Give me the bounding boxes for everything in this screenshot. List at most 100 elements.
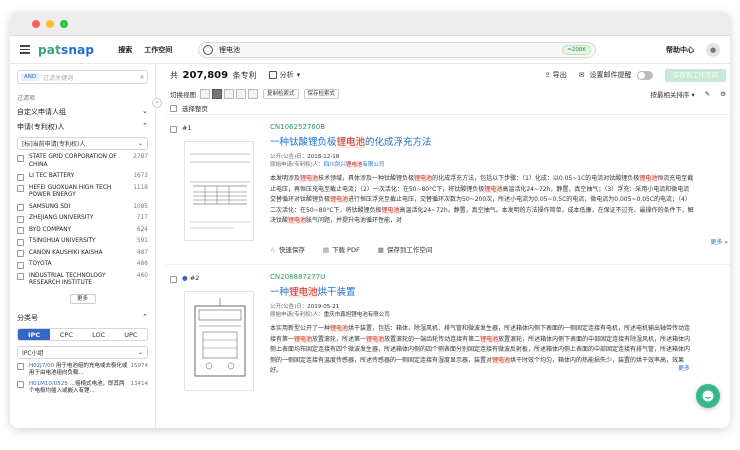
applicant-filter-row[interactable]: SAMSUNG SDI 1085	[17, 203, 148, 211]
applicant-checkbox[interactable]	[17, 154, 24, 162]
applicant-type-select[interactable]: [标]当前申请(专利权)人 ⌄	[17, 137, 148, 150]
applicant-filter-row[interactable]: BYD COMPANY 624	[17, 227, 148, 234]
search-term-highlight: 锂电池	[294, 335, 313, 343]
class-section-header[interactable]: 分类号 ⌃	[17, 313, 148, 323]
logo-part1: pat	[38, 42, 62, 57]
export-button[interactable]: ⇪ 导出	[545, 70, 567, 80]
custom-applicant-group[interactable]: 自定义申请人组 ⌄	[17, 107, 148, 117]
collapse-sidebar-button[interactable]: ‹	[152, 98, 162, 108]
applicant-filter-row[interactable]: CANON KAUSHIKI KAISHA 487	[17, 250, 148, 257]
save-workspace-label: 保存到工作空间	[386, 246, 433, 254]
more-applicants-button[interactable]: 更多	[69, 293, 96, 304]
ipc-code[interactable]: H02J7/00	[29, 363, 54, 369]
patent-title[interactable]: 一种锂电池烘干装置	[270, 284, 694, 298]
applicant-filter-row[interactable]: TSINGHUA UNIVERSITY 591	[17, 238, 148, 246]
patent-thumbnail[interactable]	[184, 141, 254, 241]
ipc-filter-row[interactable]: H02J7/00 用于电池组的充电或去极化或用于由电池组向负载... 15974	[17, 363, 148, 377]
ipc-count: 13414	[130, 380, 149, 387]
ipc-checkbox[interactable]	[17, 363, 24, 370]
applicant-checkbox[interactable]	[17, 273, 24, 280]
quick-save-button[interactable]: ☆ 快速保存	[270, 244, 305, 254]
patent-number[interactable]: CN106252760B	[270, 123, 694, 131]
menu-icon[interactable]	[20, 45, 30, 54]
and-tag[interactable]: AND	[21, 73, 40, 81]
gear-icon[interactable]: ⚙	[720, 90, 726, 98]
tab-loc[interactable]: LOC	[83, 329, 115, 340]
ipc-level-select[interactable]: IPC小组 ⌄	[17, 345, 148, 359]
email-alert-label: 设置邮件提醒	[589, 71, 632, 79]
applicant-filter-row[interactable]: HEFEI GUOXUAN HIGH TECH POWER ENERGY 1118	[17, 185, 148, 200]
search-icon[interactable]: ⌕	[140, 73, 144, 82]
result-checkbox[interactable]	[170, 275, 177, 283]
ipc-checkbox[interactable]	[17, 381, 24, 388]
applicant-link[interactable]: 四川剑兴锂电池有限公司	[324, 162, 384, 168]
more-link[interactable]: 更多 »	[710, 237, 728, 246]
tab-upc[interactable]: UPC	[115, 329, 147, 340]
save-to-workspace-button[interactable]: 保存到工作空间	[664, 68, 726, 82]
applicant-checkbox[interactable]	[17, 261, 24, 269]
filter-keyword-input[interactable]: 过滤关键词	[43, 73, 73, 82]
patent-title[interactable]: 一种钛酸锂负极锂电池的化成浮充方法	[270, 134, 694, 148]
maximize-window-button[interactable]	[60, 19, 68, 28]
image-view-icon[interactable]	[224, 89, 234, 99]
top-nav: patsnap 搜索 工作空间 锂电池 ≈208K 帮助中心 ●	[10, 36, 730, 64]
globe-icon[interactable]	[203, 44, 213, 55]
patent-thumbnail[interactable]	[184, 291, 254, 391]
chevron-up-icon[interactable]: ⌃	[142, 313, 148, 323]
applicant-checkbox[interactable]	[17, 227, 24, 234]
total-prefix: 共	[170, 70, 178, 80]
grid-view-icon[interactable]	[236, 89, 246, 99]
tree-view-icon[interactable]	[248, 89, 258, 99]
chevron-up-icon[interactable]: ⌃	[142, 122, 148, 132]
nav-search[interactable]: 搜索	[118, 45, 132, 55]
total-number: 207,809	[182, 69, 229, 81]
custom-applicant-label: 自定义申请人组	[17, 108, 66, 116]
applicant-checkbox[interactable]	[17, 173, 24, 181]
applicant-filter-row[interactable]: LI TEC BATTERY 1673	[17, 173, 148, 181]
ipc-code[interactable]: H01M10/0525	[29, 381, 68, 387]
applicant-checkbox[interactable]	[17, 238, 24, 246]
search-input[interactable]: 锂电池	[219, 45, 562, 55]
ipc-count: 15974	[130, 362, 149, 369]
applicant-count: 1085	[133, 203, 148, 210]
more-link[interactable]: 更多	[678, 363, 690, 372]
tab-ipc[interactable]: IPC	[18, 328, 51, 340]
logo[interactable]: patsnap	[38, 43, 94, 57]
chevron-down-icon[interactable]: ⌄	[142, 107, 148, 117]
applicant-section-header[interactable]: 申请(专利权)人 ⌃	[17, 122, 148, 132]
copy-query-button[interactable]: 复制检索式	[263, 89, 299, 99]
minimize-window-button[interactable]	[46, 19, 54, 28]
nav-workspace[interactable]: 工作空间	[144, 45, 172, 55]
filter-keyword-box[interactable]: AND 过滤关键词 ⌕	[17, 70, 148, 84]
pubdate-value: 2018-12-18	[307, 154, 340, 160]
tab-cpc[interactable]: CPC	[50, 329, 82, 340]
analysis-dropdown[interactable]: 分析 ▾	[268, 70, 300, 80]
save-workspace-button[interactable]: ▦ 保存到工作空间	[378, 244, 433, 254]
close-window-button[interactable]	[32, 19, 40, 28]
ipc-filter-row[interactable]: H01M10/0525 …摇椅式电池，即其两个电极均插入或嵌入有锂... 1341…	[17, 381, 148, 395]
applicant-checkbox[interactable]	[17, 204, 24, 211]
save-query-button[interactable]: 保存检索式	[303, 89, 340, 99]
result-checkbox[interactable]	[170, 125, 177, 133]
applicant-filter-row[interactable]: TOYOTA 486	[17, 261, 148, 269]
email-alert-toggle[interactable]	[636, 70, 653, 80]
applicant-checkbox[interactable]	[17, 250, 24, 257]
patent-number[interactable]: CN208887277U	[270, 273, 694, 281]
applicant-filter-row[interactable]: STATE GRID CORPORATION OF CHINA 2787	[17, 154, 148, 169]
chat-support-button[interactable]	[696, 384, 720, 408]
search-term-highlight: 锂电池	[345, 162, 363, 168]
search-bar[interactable]: 锂电池 ≈208K	[198, 41, 596, 58]
search-term-highlight: 锂电池	[366, 335, 385, 343]
highlight-icon[interactable]: ✎	[705, 90, 710, 98]
avatar[interactable]: ●	[706, 42, 720, 57]
select-page-checkbox[interactable]	[170, 104, 177, 112]
applicant-filter-row[interactable]: ZHEJIANG UNIVERSITY 717	[17, 215, 148, 223]
applicant-checkbox[interactable]	[17, 185, 24, 192]
help-center-link[interactable]: 帮助中心	[666, 45, 694, 55]
download-pdf-button[interactable]: ▤ 下载 PDF	[323, 244, 360, 254]
card-view-icon[interactable]	[212, 89, 222, 99]
sort-dropdown[interactable]: 按最相关排序 ▾	[650, 89, 694, 99]
list-view-icon[interactable]	[200, 89, 210, 99]
applicant-checkbox[interactable]	[17, 215, 24, 223]
applicant-filter-row[interactable]: INDUSTRIAL TECHNOLOGY RESEARCH INSTITUTE…	[17, 273, 148, 288]
